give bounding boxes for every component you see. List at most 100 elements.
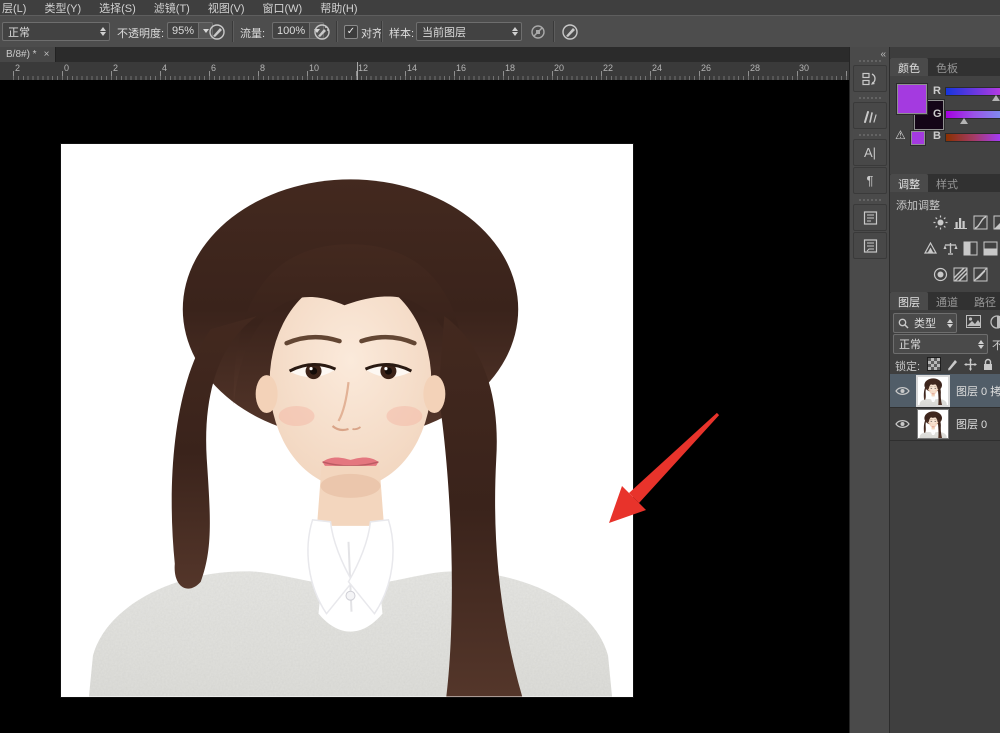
opacity-dropdown[interactable]: 95%	[167, 22, 213, 39]
filter-by-adjustment-icon[interactable]	[990, 315, 1000, 329]
document-tab-title: B/8#) *	[6, 49, 37, 60]
brush-panel-button[interactable]	[853, 102, 887, 129]
pressure-size-icon[interactable]	[561, 23, 579, 41]
menu-item-view[interactable]: 视图(V)	[199, 0, 254, 16]
paragraph-styles-icon	[863, 239, 878, 253]
filter-by-image-icon[interactable]	[966, 315, 981, 328]
curves-icon[interactable]	[972, 214, 988, 230]
character-styles-panel-button[interactable]	[853, 204, 887, 231]
blue-slider[interactable]	[945, 133, 1000, 142]
layer-blend-mode-dropdown[interactable]: 正常	[893, 334, 988, 354]
menu-item-window[interactable]: 窗口(W)	[254, 0, 312, 16]
gripper	[859, 97, 881, 99]
layer-filter-dropdown[interactable]: 类型	[893, 313, 957, 333]
opacity-label-partial: 不	[992, 337, 1000, 353]
visibility-eye-icon[interactable]	[895, 386, 910, 396]
exposure-icon[interactable]	[992, 214, 1000, 230]
lock-transparency-icon[interactable]	[927, 357, 941, 371]
airbrush-icon[interactable]	[313, 23, 331, 41]
history-panel-button[interactable]	[853, 65, 887, 92]
ruler-label: 12	[358, 63, 368, 73]
opacity-label: 不透明度:	[117, 25, 164, 41]
ruler-cursor-marker	[357, 62, 358, 80]
gamut-warning-icon[interactable]: ⚠	[895, 128, 906, 142]
tab-color[interactable]: 颜色	[890, 58, 928, 76]
foreground-color-swatch[interactable]	[897, 84, 927, 114]
layer-row-copy[interactable]: 图层 0 拷贝	[890, 374, 1000, 408]
gamut-color-swatch[interactable]	[911, 131, 925, 145]
paragraph-styles-panel-button[interactable]	[853, 232, 887, 259]
ruler-label: 30	[799, 63, 809, 73]
color-lookup-icon[interactable]	[972, 266, 988, 282]
layer-name[interactable]: 图层 0	[956, 416, 987, 432]
paragraph-icon: ¶	[867, 173, 874, 188]
paragraph-panel-button[interactable]: ¶	[853, 167, 887, 194]
canvas[interactable]	[0, 80, 849, 733]
ruler-label: 24	[652, 63, 662, 73]
green-slider[interactable]	[945, 110, 1000, 119]
dropdown-arrows-icon	[509, 27, 521, 36]
ignore-adjustment-layers-icon[interactable]	[530, 24, 547, 41]
layer-thumbnail[interactable]	[918, 377, 948, 405]
photo-document[interactable]	[61, 144, 633, 697]
vibrance-icon[interactable]	[922, 240, 938, 256]
color-balance-icon[interactable]	[962, 240, 978, 256]
ruler-label: 8	[260, 63, 265, 73]
color-panel-tabs: 颜色 色板	[890, 58, 1000, 77]
tab-paths[interactable]: 路径	[966, 292, 1000, 310]
layer-thumbnail[interactable]	[918, 410, 948, 438]
red-slider-handle[interactable]	[992, 95, 1000, 101]
divider	[553, 21, 555, 42]
collapse-panels-icon[interactable]: «	[880, 49, 885, 60]
character-panel-button[interactable]: A|	[853, 139, 887, 166]
align-checkbox[interactable]: ✓	[344, 25, 358, 39]
levels-icon[interactable]	[952, 214, 968, 230]
close-icon[interactable]: ×	[44, 49, 50, 60]
brush-icon	[862, 109, 878, 123]
blend-mode-dropdown[interactable]: 正常	[2, 22, 110, 41]
flow-label: 流量:	[240, 25, 265, 41]
menu-item-select[interactable]: 选择(S)	[90, 0, 145, 16]
black-white-icon[interactable]	[982, 240, 998, 256]
menu-item-filter[interactable]: 滤镜(T)	[145, 0, 199, 16]
tab-styles[interactable]: 样式	[928, 174, 966, 192]
character-icon: A|	[864, 145, 876, 160]
menu-bar: 层(L) 类型(Y) 选择(S) 滤镜(T) 视图(V) 窗口(W) 帮助(H)	[0, 0, 1000, 15]
channel-label-g: G	[933, 108, 942, 120]
gripper	[859, 60, 881, 62]
dropdown-arrows-icon	[975, 340, 987, 349]
hue-saturation-icon[interactable]	[942, 240, 958, 256]
sample-label: 样本:	[389, 25, 414, 41]
adjustments-panel-tabs: 调整 样式	[890, 174, 1000, 193]
layer-row-base[interactable]: 图层 0	[890, 407, 1000, 441]
channel-mixer-icon[interactable]	[952, 266, 968, 282]
tab-channels[interactable]: 通道	[928, 292, 966, 310]
document-tab[interactable]: B/8#) * ×	[0, 47, 56, 62]
tab-swatches[interactable]: 色板	[928, 58, 966, 76]
sample-dropdown[interactable]: 当前图层	[416, 22, 522, 41]
menu-item-layer[interactable]: 层(L)	[0, 0, 35, 16]
lock-all-icon[interactable]	[982, 358, 994, 371]
ruler-label: 10	[309, 63, 319, 73]
dropdown-arrows-icon	[944, 319, 956, 328]
tab-layers[interactable]: 图层	[890, 292, 928, 310]
menu-item-type[interactable]: 类型(Y)	[35, 0, 90, 16]
gripper	[859, 134, 881, 136]
ruler-label: 0	[64, 63, 69, 73]
menu-item-help[interactable]: 帮助(H)	[311, 0, 366, 16]
channel-label-b: B	[933, 130, 941, 142]
photo-filter-icon[interactable]	[932, 266, 948, 282]
tab-adjustments[interactable]: 调整	[890, 174, 928, 192]
gripper	[859, 199, 881, 201]
layer-name[interactable]: 图层 0 拷贝	[956, 383, 1000, 399]
adjustments-panel: 添加调整	[890, 192, 1000, 292]
pressure-opacity-icon[interactable]	[208, 23, 226, 41]
visibility-eye-icon[interactable]	[895, 419, 910, 429]
lock-paint-icon[interactable]	[946, 358, 959, 371]
brightness-contrast-icon[interactable]	[932, 214, 948, 230]
green-slider-handle[interactable]	[960, 118, 968, 124]
ruler-label: 14	[407, 63, 417, 73]
ruler-label: 28	[750, 63, 760, 73]
ruler-label: 16	[456, 63, 466, 73]
lock-position-icon[interactable]	[964, 358, 977, 371]
